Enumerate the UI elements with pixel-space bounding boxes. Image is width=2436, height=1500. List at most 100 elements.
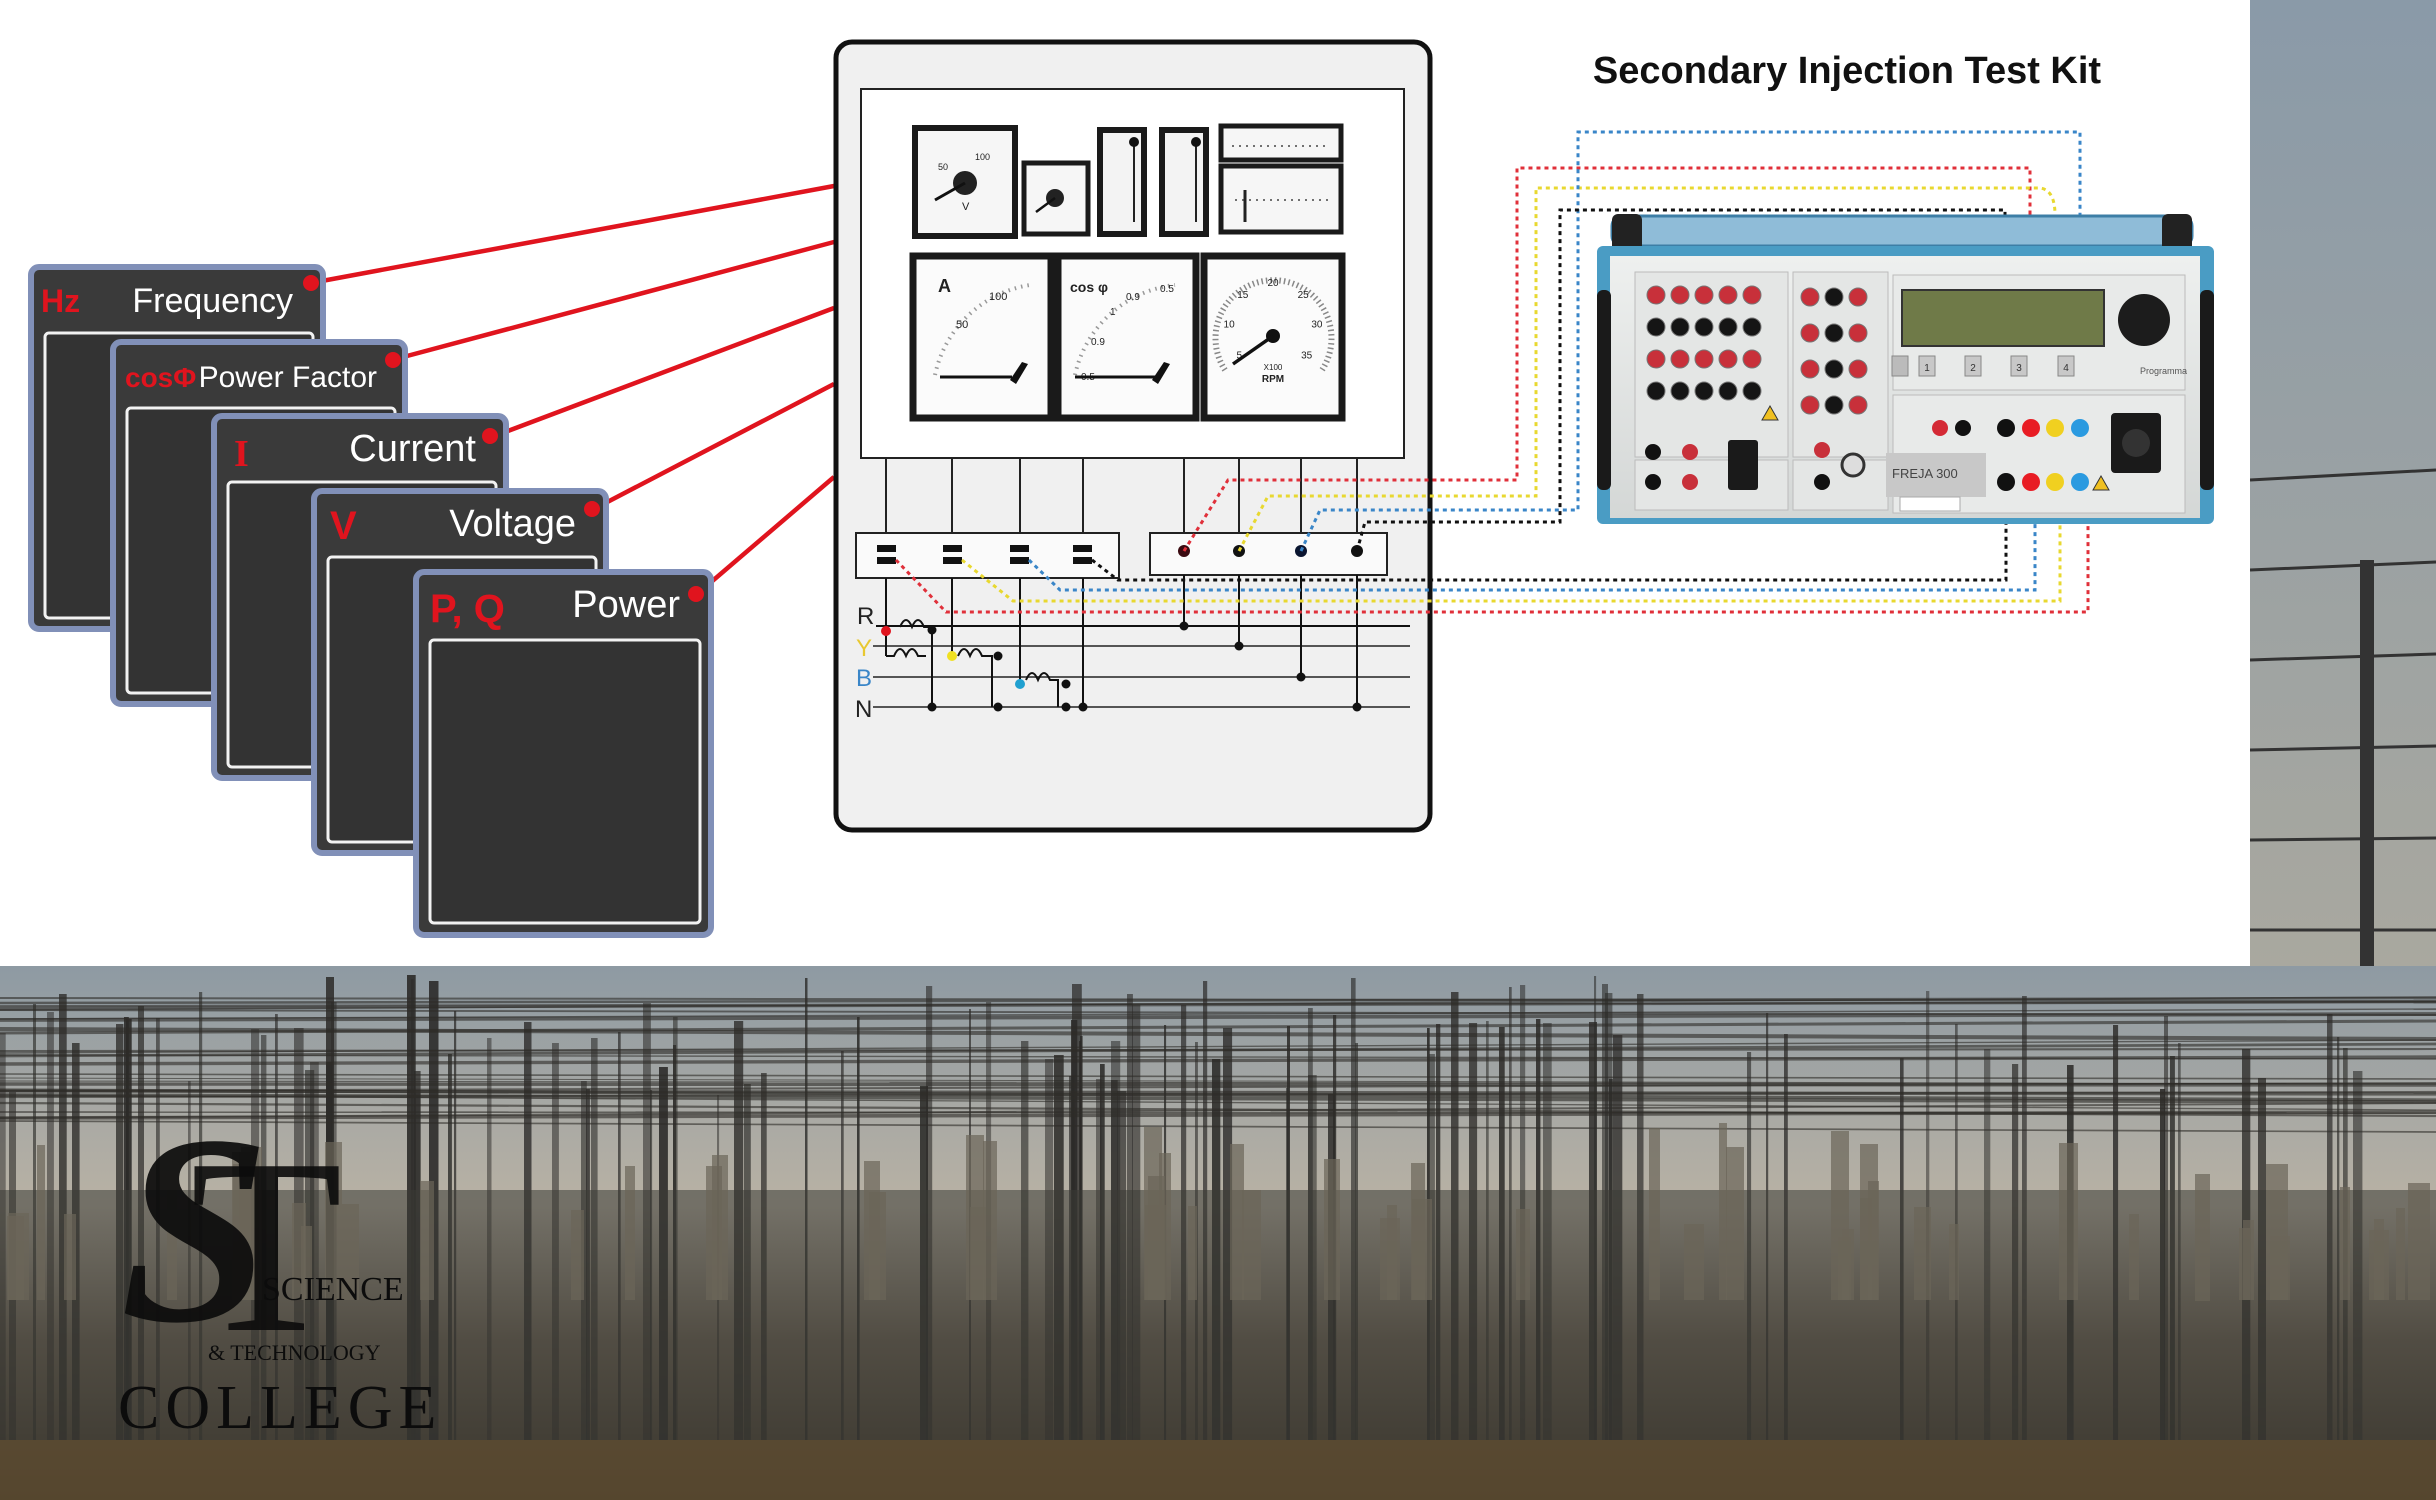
insulator-stack <box>571 1210 584 1300</box>
binary-input-jack <box>1742 381 1762 401</box>
softkey-label: 4 <box>2063 363 2069 374</box>
panel-symbol: I <box>234 433 249 475</box>
binary-input-jack <box>1670 317 1690 337</box>
insulator-stack <box>706 1166 722 1300</box>
insulator-stack <box>420 1181 434 1300</box>
insulator-stack <box>1324 1159 1340 1300</box>
analog-input-jack <box>1814 442 1830 458</box>
insulator-stack <box>2408 1183 2430 1300</box>
current-terminal-block <box>855 532 1120 579</box>
meter-unit: cos φ <box>1070 279 1108 295</box>
power-line <box>0 1111 2436 1114</box>
insulator-stack <box>1412 1199 1432 1300</box>
binary-output-jack <box>1824 359 1844 379</box>
tick-label: 50 <box>938 162 948 172</box>
power-factor-meter: cos φ 1 0.9 0.9 0.5 0.5 <box>1054 252 1200 422</box>
test-kit-title: Secondary Injection Test Kit <box>1593 50 2102 92</box>
insulator-stack <box>1230 1144 1244 1300</box>
insulator-stack <box>2059 1143 2078 1300</box>
diagram-stage: Hz Frequency cosΦ Power Factor I Current… <box>0 0 2436 1500</box>
connector-socket <box>1728 440 1758 490</box>
voltmeter-square: 50 100 V <box>912 125 1018 239</box>
tick-label: 10 <box>1224 319 1236 330</box>
panel-label: Voltage <box>449 503 576 545</box>
softkey-label: 3 <box>2016 363 2022 374</box>
insulator-stack <box>2195 1174 2210 1301</box>
tick-label: 35 <box>1301 350 1313 361</box>
insulator-stack <box>983 1141 997 1300</box>
connector-dot <box>482 428 498 444</box>
insulator-stack <box>1188 1206 1197 1300</box>
tick-label: 30 <box>1311 319 1323 330</box>
small-dial-meter <box>1021 160 1091 237</box>
insulator-stack <box>1949 1224 1959 1300</box>
tick-label: 15 <box>1237 290 1249 301</box>
binary-output-jack <box>1848 359 1868 379</box>
insulator-stack <box>625 1166 635 1300</box>
binary-input-jack <box>1694 285 1714 305</box>
analog-input-jack <box>1645 474 1661 490</box>
analog-input-jack <box>1645 444 1661 460</box>
analog-input-jack <box>1682 444 1698 460</box>
binary-input-jack <box>1718 381 1738 401</box>
insulator-stack <box>2396 1208 2405 1300</box>
insulator-stack <box>1684 1224 1704 1300</box>
insulator-stack <box>2270 1236 2290 1300</box>
insulator-stack <box>8 1213 29 1300</box>
connector-dot <box>688 586 704 602</box>
horizontal-meter-pair <box>1218 123 1344 235</box>
binary-input-jack <box>1718 349 1738 369</box>
tick-label: 1 <box>1110 307 1116 318</box>
binary-output-jack <box>1824 323 1844 343</box>
insulator-stack <box>1719 1123 1727 1300</box>
control-knob[interactable] <box>2118 294 2170 346</box>
meter-board: 50 100 V A 50 100 cos φ 1 0.9 0.9 0.5 51… <box>833 39 1433 833</box>
binary-input-jack <box>1646 317 1666 337</box>
binary-input-jack <box>1694 381 1714 401</box>
connector-dot <box>385 352 401 368</box>
tick-label: 0.9 <box>1091 337 1105 348</box>
insulator-stack <box>1242 1190 1261 1300</box>
connector-dot <box>584 501 600 517</box>
tick-label: 50 <box>956 319 968 331</box>
phase-label-y: Y <box>856 635 872 662</box>
meter-unit: V <box>962 201 970 213</box>
binary-input-jack <box>1670 285 1690 305</box>
panel-symbol: cosΦ <box>125 362 196 393</box>
binary-input-jack <box>1742 285 1762 305</box>
binary-output-jack <box>1800 395 1820 415</box>
binary-input-jack <box>1718 317 1738 337</box>
tick-label: 0.5 <box>1160 284 1174 295</box>
binary-input-jack <box>1694 349 1714 369</box>
panel-label: Current <box>349 428 476 470</box>
insulator-stack <box>2243 1220 2254 1300</box>
binary-output-jack <box>1800 359 1820 379</box>
softkey-label: 1 <box>1924 363 1930 374</box>
binary-input-jack <box>1742 349 1762 369</box>
tachometer: 5101520253035 X100 RPM <box>1200 252 1346 422</box>
insulator-stack <box>1380 1218 1400 1300</box>
analog-input-jack <box>1682 474 1698 490</box>
edgewise-meter-1 <box>1097 127 1147 237</box>
tick-label: 0.9 <box>1126 292 1140 303</box>
dc-supply-knob <box>1840 452 1866 478</box>
panel-label: Frequency <box>132 282 293 320</box>
phase-label-b: B <box>856 665 872 692</box>
panel-power[interactable]: P, Q Power <box>413 569 714 938</box>
binary-output-jack <box>1848 323 1868 343</box>
secondary-injection-test-kit: 1 2 3 4 Programma FREJA 300 <box>1597 214 2214 524</box>
power-line <box>0 1082 2436 1087</box>
voltage-terminal-block <box>1149 532 1388 576</box>
logo-text-science: SCIENCE <box>262 1271 404 1308</box>
ammeter: A 50 100 <box>909 252 1055 422</box>
phase-label-n: N <box>855 696 872 723</box>
tick-label: 100 <box>989 291 1007 303</box>
lcd-display <box>1901 289 2105 347</box>
binary-input-jack <box>1646 381 1666 401</box>
model-label: FREJA 300 <box>1892 466 1958 481</box>
binary-output-jack <box>1800 287 1820 307</box>
insulator-stack <box>1516 1209 1530 1300</box>
binary-input-jack <box>1646 285 1666 305</box>
insulator-stack <box>2374 1219 2384 1300</box>
binary-input-jack <box>1646 349 1666 369</box>
